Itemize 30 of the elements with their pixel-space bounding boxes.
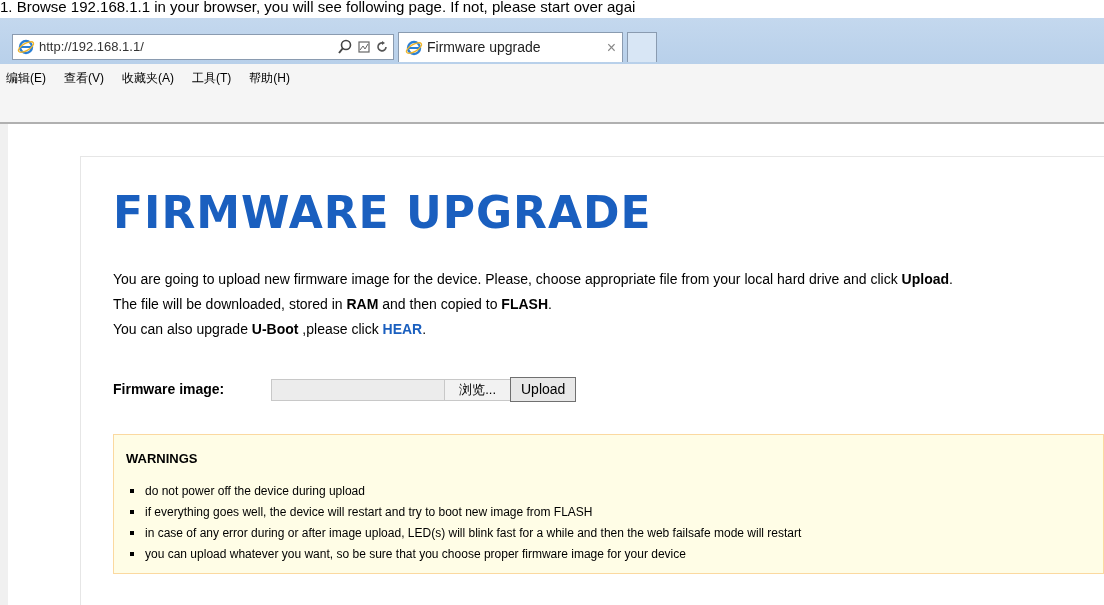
browser-icon [405, 38, 423, 57]
bullet-icon [130, 531, 134, 535]
address-bar[interactable]: http://192.168.1.1/ [12, 34, 394, 60]
menu-item[interactable]: 查看(V) [64, 69, 104, 87]
file-field[interactable]: 浏览... [271, 378, 511, 401]
close-button[interactable]: × [606, 35, 616, 60]
page-heading: FIRMWARE UPGRADE [113, 187, 653, 239]
field-label: Firmware image: [113, 380, 226, 399]
warning-text: in case of any error during or after image upload, LED(s) will blink fast for a while and then the web failsafe mode will restart [145, 525, 802, 542]
menu-item[interactable]: 帮助(H) [249, 69, 290, 87]
browser-tab[interactable]: Firmware upgrade × [398, 32, 623, 62]
paragraph-text: The file will be downloaded, stored in RAM and then copied to FLASH. [113, 295, 553, 314]
upload-button[interactable]: Upload [510, 377, 577, 402]
menu-item[interactable]: 编辑(E) [6, 69, 46, 87]
warning-text: you can upload whatever you want, so be sure that you choose proper firmware image for your device [145, 546, 686, 563]
browse-button[interactable]: 浏览... [444, 379, 510, 400]
paragraph-text: You can also upgrade U-Boot ,please click HEAR. [113, 320, 428, 339]
menu-item[interactable]: 工具(T) [192, 69, 232, 87]
paragraph-text: You are going to upload new firmware image for the device. Please, choose appropriate file from your local hard drive and click Upload. [113, 270, 954, 289]
bullet-icon [130, 510, 134, 514]
bullet-icon [130, 552, 134, 556]
warning-text: if everything goes well, the device will restart and try to boot new image from FLASH [145, 504, 593, 521]
bullet-icon [130, 489, 134, 493]
caption-text: 1. Browse 192.168.1.1 in your browser, you will see following page. If not, please start over agai [0, 0, 637, 17]
menu-item[interactable]: 收藏夹(A) [122, 69, 174, 87]
refresh-icon[interactable] [375, 40, 389, 54]
browser-icon [17, 38, 35, 56]
search-icon[interactable] [337, 39, 353, 55]
warning-text: do not power off the device during upload [145, 483, 365, 500]
warnings-title: WARNINGS [126, 450, 199, 468]
